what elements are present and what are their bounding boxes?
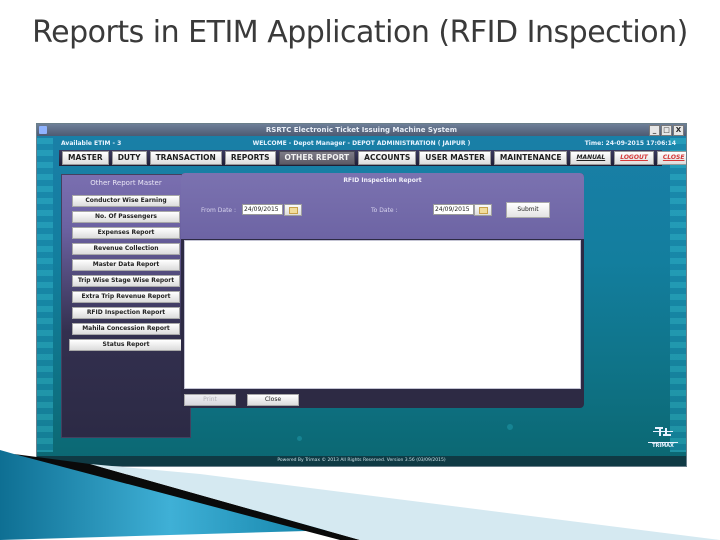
menu-manual[interactable]: MANUAL	[570, 151, 612, 165]
sidebar-item-no-of-passengers[interactable]: No. Of Passengers	[72, 211, 180, 223]
menu-reports[interactable]: REPORTS	[224, 151, 276, 165]
trimax-logo-icon	[653, 424, 673, 440]
calendar-icon	[289, 207, 298, 214]
sidebar-item-mahila-concession-report[interactable]: Mahila Concession Report	[72, 323, 180, 335]
close-window-button[interactable]: X	[673, 125, 684, 136]
from-date-calendar-button[interactable]	[284, 204, 302, 216]
menu-close[interactable]: CLOSE	[656, 151, 686, 165]
report-output-area	[184, 240, 581, 389]
to-date-label: To Date :	[371, 207, 398, 214]
menu-master[interactable]: MASTER	[62, 151, 109, 165]
menu-accounts[interactable]: ACCOUNTS	[358, 151, 417, 165]
print-button[interactable]: Print	[184, 394, 236, 406]
sidebar-item-trip-wise-stage-wise-report[interactable]: Trip Wise Stage Wise Report	[72, 275, 180, 287]
app-window: RSRTC Electronic Ticket Issuing Machine …	[36, 123, 687, 467]
from-date-label: From Date :	[201, 207, 237, 214]
menu-user-master[interactable]: USER MASTER	[419, 151, 491, 165]
maximize-button[interactable]: □	[661, 125, 672, 136]
sidebar-item-rfid-inspection-report[interactable]: RFID Inspection Report	[72, 307, 180, 319]
sidebar-item-conductor-wise-earning[interactable]: Conductor Wise Earning	[72, 195, 180, 207]
window-title: RSRTC Electronic Ticket Issuing Machine …	[265, 126, 458, 134]
sidebar: Other Report Master Conductor Wise Earni…	[61, 174, 191, 438]
sidebar-item-status-report[interactable]: Status Report	[69, 339, 183, 351]
time-display: Time: 24-09-2015 17:06:14	[584, 140, 676, 147]
sidebar-title: Other Report Master	[90, 179, 162, 187]
minimize-button[interactable]: _	[649, 125, 660, 136]
to-date-calendar-button[interactable]	[474, 204, 492, 216]
report-panel: RFID Inspection Report From Date : 24/09…	[181, 173, 584, 408]
sidebar-item-master-data-report[interactable]: Master Data Report	[72, 259, 180, 271]
from-date-input[interactable]: 24/09/2015	[242, 204, 283, 215]
sidebar-item-extra-trip-revenue-report[interactable]: Extra Trip Revenue Report	[72, 291, 180, 303]
slide-title: Reports in ETIM Application (RFID Inspec…	[32, 15, 688, 50]
decorative-border-left	[37, 138, 53, 452]
menu-other-report[interactable]: OTHER REPORT	[278, 151, 356, 165]
decorative-corner-graphic	[0, 450, 720, 540]
report-panel-header: RFID Inspection Report From Date : 24/09…	[181, 173, 584, 239]
sidebar-item-expenses-report[interactable]: Expenses Report	[72, 227, 180, 239]
info-bar: Available ETIM - 3 WELCOME - Depot Manag…	[37, 138, 686, 150]
window-controls: _ □ X	[649, 125, 684, 136]
menu-logout[interactable]: LOGOUT	[614, 151, 654, 165]
menu-bar: MASTER DUTY TRANSACTION REPORTS OTHER RE…	[59, 150, 686, 166]
menu-transaction[interactable]: TRANSACTION	[149, 151, 222, 165]
decorative-border-right	[670, 138, 686, 452]
sidebar-item-revenue-collection[interactable]: Revenue Collection	[72, 243, 180, 255]
app-icon	[39, 126, 47, 134]
decorative-dot	[507, 424, 513, 430]
close-button[interactable]: Close	[247, 394, 299, 406]
menu-duty[interactable]: DUTY	[111, 151, 147, 165]
report-title: RFID Inspection Report	[343, 177, 422, 184]
menu-maintenance[interactable]: MAINTENANCE	[493, 151, 568, 165]
to-date-input[interactable]: 24/09/2015	[433, 204, 474, 215]
window-titlebar: RSRTC Electronic Ticket Issuing Machine …	[37, 124, 686, 136]
submit-button[interactable]: Submit	[506, 202, 550, 218]
calendar-icon	[479, 207, 488, 214]
